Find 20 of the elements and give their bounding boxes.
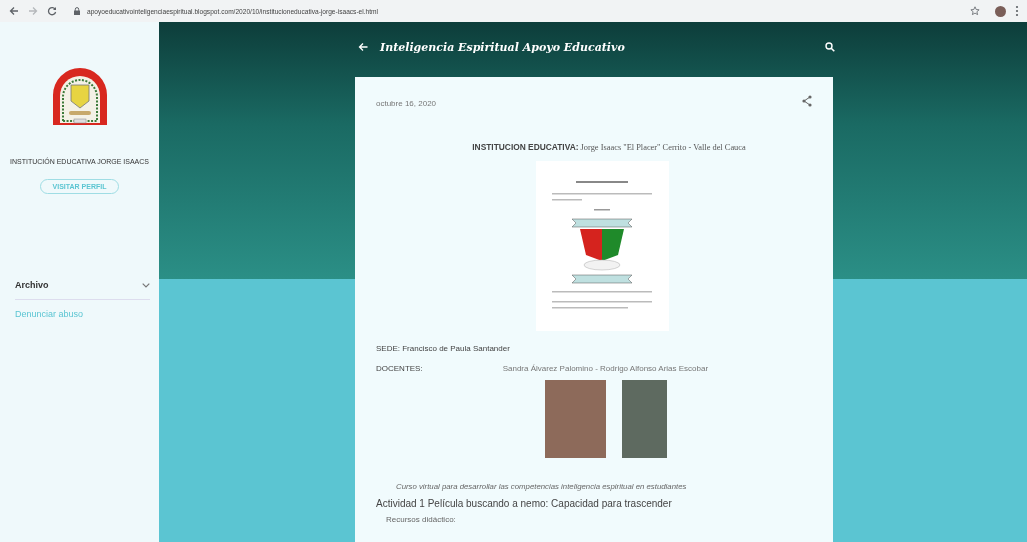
reload-icon[interactable] [47, 6, 57, 16]
blog-title[interactable]: Inteligencia Espiritual Apoyo Educativo [380, 40, 625, 54]
menu-icon[interactable] [1015, 5, 1019, 17]
teachers-label: DOCENTES: [376, 364, 423, 373]
lock-icon [74, 7, 80, 15]
teachers-names: Sandra Álvarez Palomino - Rodrigo Alfonso Arias Escobar [502, 364, 709, 373]
activity-title: Actividad 1 Película buscando a nemo: Capacidad para trascender [376, 498, 673, 509]
star-icon[interactable] [970, 6, 980, 16]
chevron-down-icon [142, 282, 150, 288]
archive-label: Archivo [15, 280, 49, 290]
archive-toggle[interactable]: Archivo [15, 280, 150, 300]
search-icon[interactable] [825, 42, 835, 52]
resources-label: Recursos didáctico: [385, 515, 457, 524]
profile-avatar[interactable] [995, 5, 1006, 17]
back-arrow-icon[interactable] [358, 42, 368, 52]
campus-label: SEDE: Francisco de Paula Santander [376, 344, 511, 353]
post-date: octubre 16, 2020 [376, 99, 437, 108]
share-icon[interactable] [802, 94, 812, 107]
back-icon[interactable] [9, 6, 19, 16]
institution-heading: INSTITUCION EDUCATIVA: Jorge Isaacs "El Placer" Cerrito - Valle del Cauca [471, 142, 747, 152]
